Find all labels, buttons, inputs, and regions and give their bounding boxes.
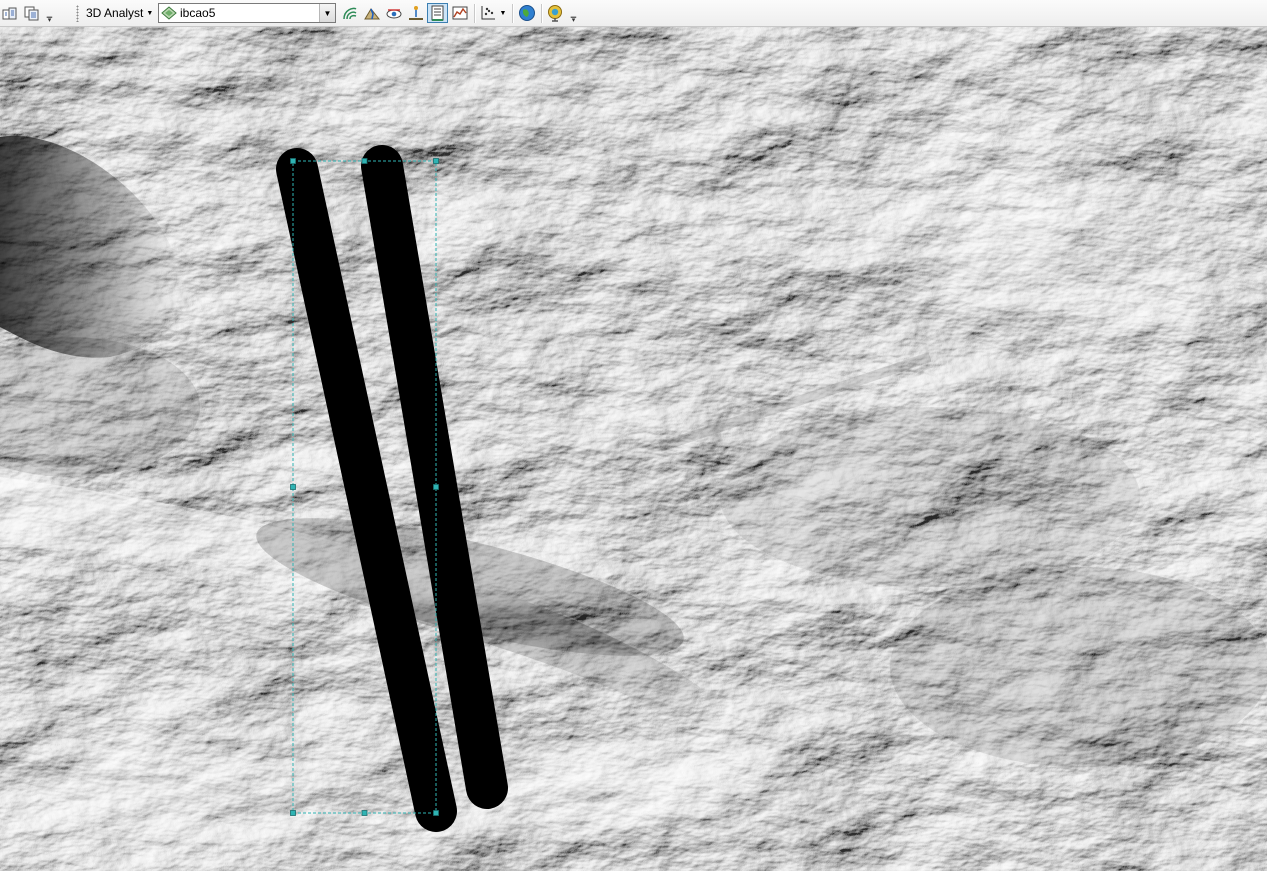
layer-select[interactable]: ibcao5 ▼ <box>158 3 336 23</box>
arcscene-icon[interactable] <box>545 3 565 23</box>
selection-handle[interactable] <box>361 810 368 816</box>
layer-select-value: ibcao5 <box>180 6 216 20</box>
toolbar-separator <box>541 4 543 23</box>
analyst-menu[interactable]: 3D Analyst ▼ <box>84 3 155 23</box>
toolbar-options-icon[interactable]: ▁ ▾ <box>46 11 53 24</box>
selection-handle[interactable] <box>361 158 368 164</box>
selection-handle[interactable] <box>433 158 439 164</box>
arcglobe-icon[interactable] <box>517 3 537 23</box>
selection-handle[interactable] <box>290 810 296 816</box>
toolbar-options-icon[interactable]: ▁ ▾ <box>570 11 577 24</box>
analyst-toolbar: ▁ ▾ 3D Analyst ▼ ibcao5 ▼ ▼ ▁ ▾ <box>0 0 1267 27</box>
line-of-sight-icon[interactable] <box>384 3 404 23</box>
interpolate-line-icon[interactable] <box>406 3 426 23</box>
profile-graph-icon[interactable] <box>450 3 470 23</box>
scatter-plot-icon[interactable] <box>478 3 498 23</box>
layer-properties-icon[interactable] <box>1 3 19 23</box>
selection-handle[interactable] <box>433 484 439 490</box>
contour-icon[interactable] <box>340 3 360 23</box>
selection-handle[interactable] <box>290 158 296 164</box>
ibcao5-hillshade-raster <box>0 27 1267 871</box>
copy-layer-icon[interactable] <box>22 3 42 23</box>
map-display[interactable] <box>0 27 1267 871</box>
selection-handle[interactable] <box>433 810 439 816</box>
chevron-down-icon: ▼ <box>146 9 154 17</box>
scatter-plot-dropdown-icon[interactable]: ▼ <box>498 3 508 23</box>
toolbar-separator <box>474 4 476 23</box>
selection-handle[interactable] <box>290 484 296 490</box>
interpolate-polygon-icon[interactable] <box>427 3 448 23</box>
toolbar-grip[interactable] <box>76 5 79 22</box>
analyst-menu-label: 3D Analyst <box>86 6 144 20</box>
layer-select-dropdown-icon[interactable]: ▼ <box>319 4 335 22</box>
raster-layer-icon <box>161 5 177 21</box>
toolbar-separator <box>512 4 514 23</box>
steepest-path-icon[interactable] <box>362 3 382 23</box>
